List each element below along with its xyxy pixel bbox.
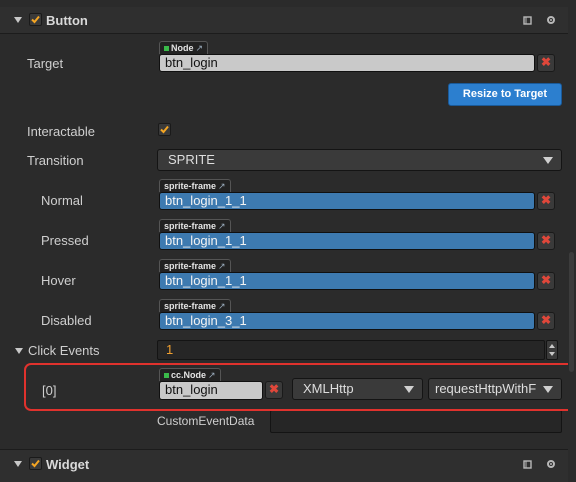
button-enabled-checkbox[interactable] [29,13,42,26]
book-icon[interactable] [523,16,532,28]
collapse-triangle-icon[interactable] [15,348,23,354]
checkmark-icon [31,15,40,24]
gear-icon[interactable] [546,459,556,472]
transition-select[interactable]: SPRITE [157,149,562,171]
collapse-triangle-icon[interactable] [14,17,22,23]
normal-sprite-field[interactable]: btn_login_1_1 [159,192,535,210]
sprite-frame-tag: sprite-frame ↗ [159,219,231,232]
chevron-down-icon [543,157,553,164]
pressed-sprite-field[interactable]: btn_login_1_1 [159,232,535,250]
collapse-triangle-icon[interactable] [14,461,22,467]
checkmark-icon [31,459,40,468]
stepper-arrows-icon [549,344,555,356]
normal-label: Normal [41,193,83,208]
external-link-icon[interactable]: ↗ [218,301,226,311]
pressed-label: Pressed [41,233,89,248]
custom-event-data-label: CustomEventData [157,414,255,428]
interactable-checkbox[interactable] [158,123,171,136]
component-title: Widget [46,457,90,472]
external-link-icon[interactable]: ↗ [218,181,226,191]
component-title: Button [46,13,88,28]
scrollbar[interactable] [568,0,576,482]
click-events-count[interactable]: 1 [157,340,545,360]
sprite-frame-tag: sprite-frame ↗ [159,259,231,272]
gear-icon[interactable] [546,15,556,28]
external-link-icon[interactable]: ↗ [218,261,226,271]
interactable-label: Interactable [27,124,95,139]
clear-x-icon[interactable]: ✖ [537,312,555,330]
resize-to-target-button[interactable]: Resize to Target [448,83,562,106]
target-field[interactable]: btn_login [159,54,535,72]
sprite-frame-tag: sprite-frame ↗ [159,179,231,192]
node-type-tag: Node ↗ [159,41,209,54]
sprite-frame-tag: sprite-frame ↗ [159,299,231,312]
click-events-label: Click Events [28,343,100,358]
clear-x-icon[interactable]: ✖ [537,232,555,250]
count-stepper[interactable] [546,340,558,360]
custom-event-data-input[interactable] [270,410,562,433]
clear-x-icon[interactable]: ✖ [537,192,555,210]
clear-x-icon[interactable]: ✖ [537,272,555,290]
highlight-box [24,363,576,411]
hover-label: Hover [41,273,76,288]
checkmark-icon [160,125,169,134]
disabled-sprite-field[interactable]: btn_login_3_1 [159,312,535,330]
clear-x-icon[interactable]: ✖ [537,54,555,72]
scrollbar-thumb[interactable] [569,252,574,372]
widget-enabled-checkbox[interactable] [29,457,42,470]
hover-sprite-field[interactable]: btn_login_1_1 [159,272,535,290]
book-icon[interactable] [523,460,532,472]
node-dot-icon [164,46,169,52]
external-link-icon[interactable]: ↗ [218,221,226,231]
external-link-icon[interactable]: ↗ [196,43,204,53]
divider [0,33,568,34]
disabled-label: Disabled [41,313,92,328]
target-label: Target [27,56,64,71]
transition-label: Transition [27,153,84,168]
